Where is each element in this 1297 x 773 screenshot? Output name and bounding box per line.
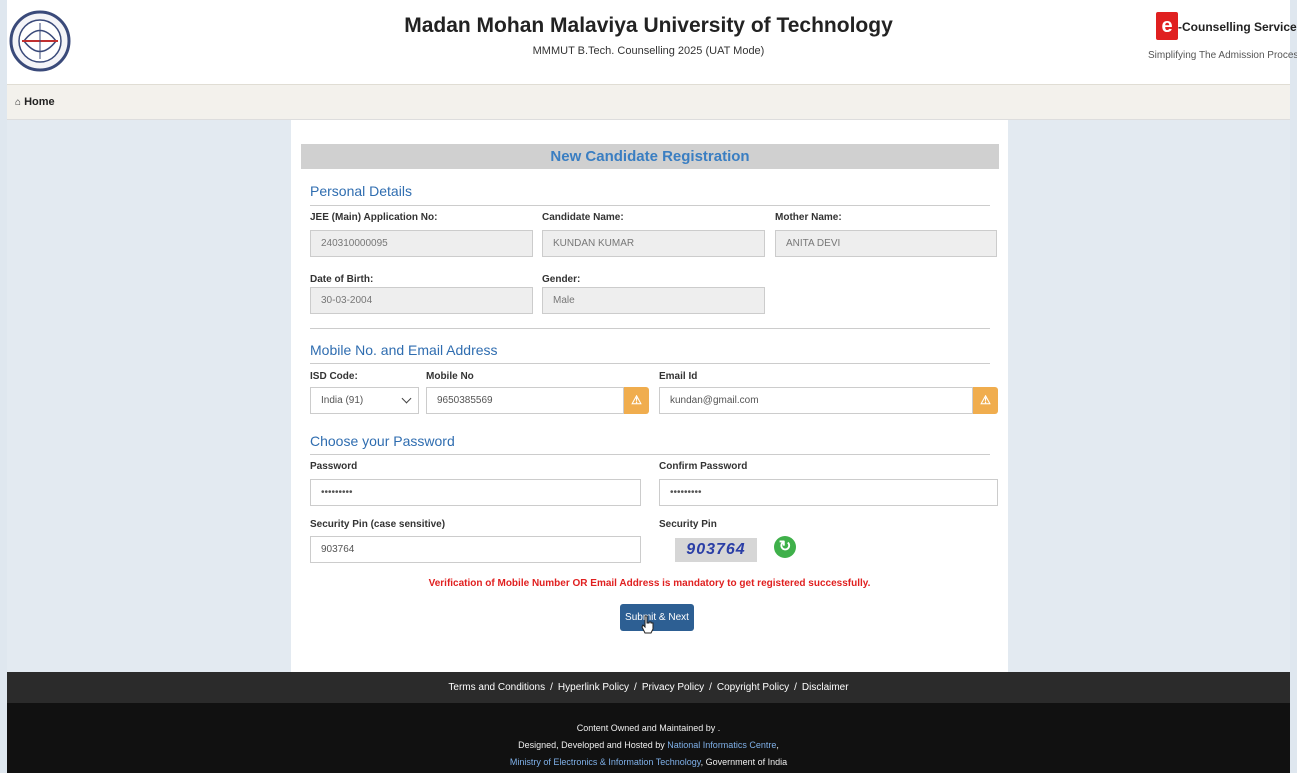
candidate-name-field[interactable]: KUNDAN KUMAR (542, 230, 765, 257)
home-label: Home (24, 96, 55, 108)
e-counselling-logo: e -Counselling Services Simplifying The … (1148, 10, 1297, 72)
confirm-password-field[interactable]: ••••••••• (659, 479, 998, 506)
security-pin-field[interactable]: 903764 (310, 536, 641, 563)
hand-cursor-icon (641, 615, 654, 634)
dob-field[interactable]: 30-03-2004 (310, 287, 533, 314)
copyright-policy-link[interactable]: Copyright Policy (717, 682, 789, 693)
mother-name-field[interactable]: ANITA DEVI (775, 230, 997, 257)
home-link[interactable]: ⌂ Home (15, 96, 55, 108)
navbar: ⌂ Home (7, 84, 1290, 120)
email-label: Email Id (659, 371, 698, 382)
designed-by-line: Designed, Developed and Hosted by Nation… (7, 737, 1290, 754)
page-frame: Madan Mohan Malaviya University of Techn… (7, 0, 1297, 773)
home-icon: ⌂ (15, 97, 22, 108)
divider (310, 328, 990, 329)
privacy-policy-link[interactable]: Privacy Policy (642, 682, 704, 693)
divider (310, 205, 990, 206)
refresh-captcha-icon[interactable]: ↻ (774, 536, 796, 558)
counselling-subtitle: MMMUT B.Tech. Counselling 2025 (UAT Mode… (532, 45, 765, 57)
password-field[interactable]: ••••••••• (310, 479, 641, 506)
dob-label: Date of Birth: (310, 274, 374, 285)
university-title: Madan Mohan Malaviya University of Techn… (404, 14, 893, 37)
separator: / (550, 682, 553, 693)
submit-next-button[interactable]: Submit & Next (620, 604, 694, 631)
email-field[interactable]: kundan@gmail.com (659, 387, 973, 414)
confirm-password-label: Confirm Password (659, 461, 748, 472)
content-owner-text: Content Owned and Maintained by . (576, 723, 721, 733)
security-pin-input-label: Security Pin (case sensitive) (310, 519, 446, 530)
isd-label: ISD Code: (310, 371, 358, 382)
gender-field[interactable]: Male (542, 287, 765, 314)
password-heading: Choose your Password (310, 433, 455, 449)
mother-name-label: Mother Name: (775, 212, 842, 223)
candidate-name-label: Candidate Name: (542, 212, 624, 223)
security-pin-label: Security Pin (659, 519, 717, 530)
separator: / (794, 682, 797, 693)
jee-label: JEE (Main) Application No: (310, 212, 438, 223)
e-badge-icon: e (1156, 12, 1178, 40)
terms-link[interactable]: Terms and Conditions (448, 682, 545, 693)
separator: / (634, 682, 637, 693)
e-counselling-name: -Counselling Services (1178, 20, 1297, 34)
separator: / (709, 682, 712, 693)
meity-link[interactable]: Ministry of Electronics & Information Te… (510, 757, 701, 767)
verification-notice: Verification of Mobile Number OR Email A… (428, 578, 871, 589)
personal-details-heading: Personal Details (310, 183, 412, 199)
divider (310, 363, 990, 364)
contact-heading: Mobile No. and Email Address (310, 342, 498, 358)
nic-link[interactable]: National Informatics Centre (667, 740, 776, 750)
registration-card: New Candidate Registration Personal Deta… (291, 120, 1008, 672)
footer-credits: Content Owned and Maintained by . Design… (7, 703, 1290, 773)
ministry-line: Ministry of Electronics & Information Te… (7, 754, 1290, 771)
mobile-label: Mobile No (426, 371, 474, 382)
captcha-image: 903764 (675, 538, 757, 562)
chevron-down-icon (401, 393, 412, 404)
password-label: Password (310, 461, 358, 472)
e-counselling-tagline: Simplifying The Admission Process (1148, 50, 1297, 61)
gender-label: Gender: (542, 274, 581, 285)
isd-select[interactable]: India (91) (310, 387, 419, 414)
isd-value: India (91) (321, 395, 364, 406)
comma-text: , (776, 740, 779, 750)
email-warning-icon[interactable]: ⚠ (973, 387, 998, 414)
hyperlink-policy-link[interactable]: Hyperlink Policy (558, 682, 629, 693)
site-header: Madan Mohan Malaviya University of Techn… (7, 0, 1297, 84)
mobile-warning-icon[interactable]: ⚠ (624, 387, 649, 414)
mobile-field[interactable]: 9650385569 (426, 387, 624, 414)
registration-banner: New Candidate Registration (301, 144, 999, 169)
disclaimer-link[interactable]: Disclaimer (802, 682, 849, 693)
jee-application-field[interactable]: 240310000095 (310, 230, 533, 257)
goi-text: , Government of India (700, 757, 788, 767)
divider (310, 454, 990, 455)
footer-links: Terms and Conditions / Hyperlink Policy / Pr… (7, 672, 1290, 703)
designed-by-text: Designed, Developed and Hosted by (518, 740, 665, 750)
